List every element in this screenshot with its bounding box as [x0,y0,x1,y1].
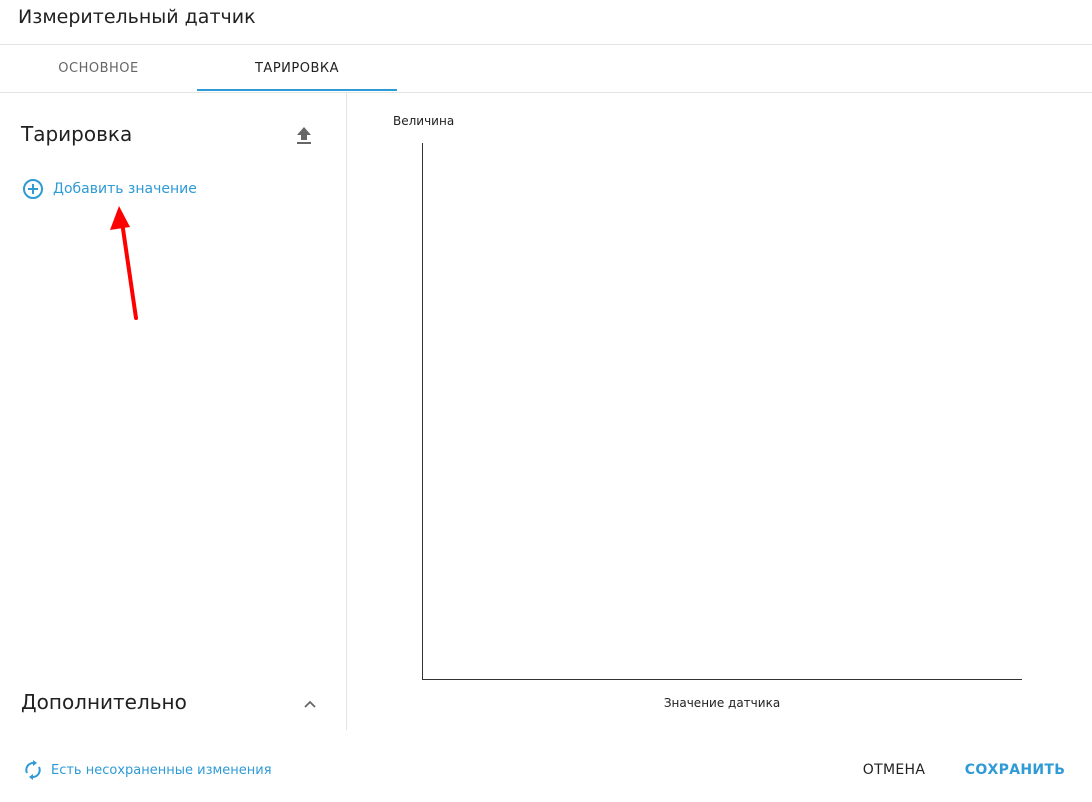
upload-icon[interactable] [294,124,314,146]
add-value-button[interactable]: Добавить значение [22,178,197,200]
chevron-up-icon[interactable] [300,694,320,714]
add-circle-icon [23,179,43,199]
unsaved-changes-status[interactable]: Есть несохраненные изменения [22,758,272,782]
cancel-button[interactable]: ОТМЕНА [852,756,936,784]
dialog-title: Измерительный датчик [18,6,256,28]
tab-tare[interactable]: ТАРИРОВКА [197,45,397,92]
chart-x-axis-label: Значение датчика [663,696,781,710]
calibration-chart [422,143,1022,680]
tare-section-title: Тарировка [21,122,133,146]
add-value-label: Добавить значение [53,181,197,197]
save-button[interactable]: СОХРАНИТЬ [962,756,1068,784]
tab-basic[interactable]: ОСНОВНОЕ [0,45,197,92]
active-tab-indicator [197,89,397,91]
measuring-sensor-dialog: Измерительный датчик ОСНОВНОЕ ТАРИРОВКА … [0,0,1092,802]
additional-section-title: Дополнительно [21,690,187,714]
annotation-arrow [110,206,138,320]
status-label: Есть несохраненные изменения [51,762,272,778]
sync-icon [25,760,41,780]
